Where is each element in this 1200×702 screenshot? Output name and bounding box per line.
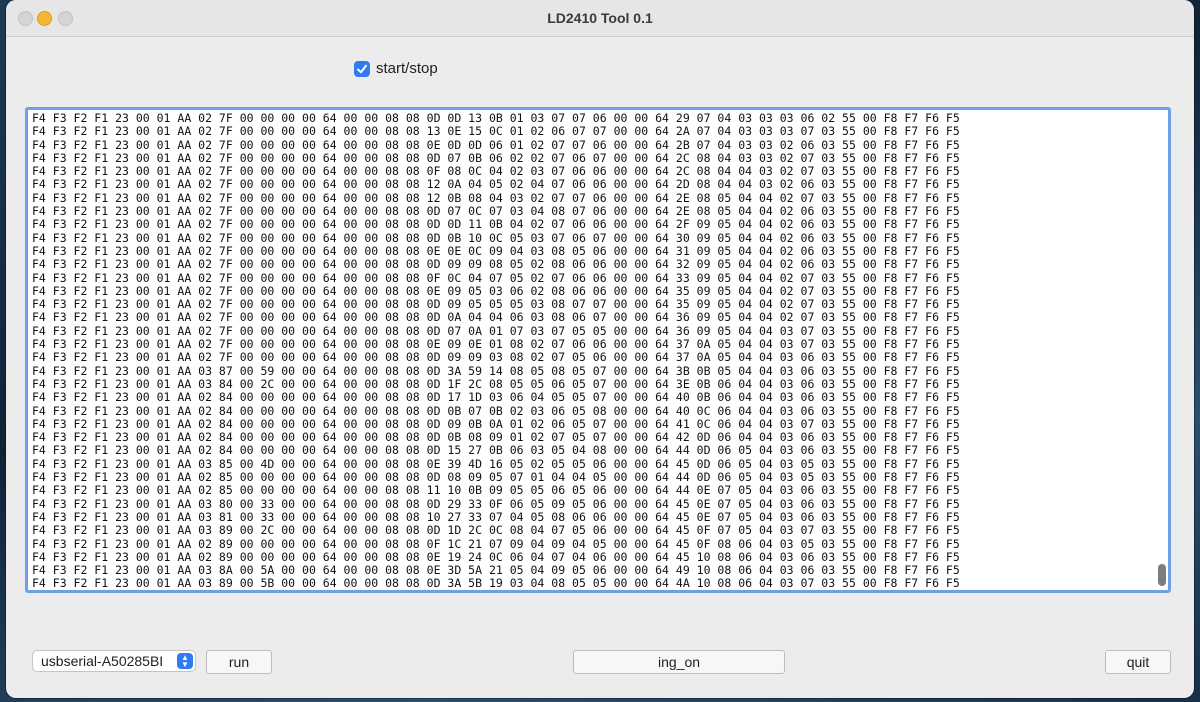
log-line: F4 F3 F2 F1 23 00 01 AA 02 7F 00 00 00 0… [32, 137, 960, 152]
log-line: F4 F3 F2 F1 23 00 01 AA 02 7F 00 00 00 0… [32, 283, 960, 298]
log-line: F4 F3 F2 F1 23 00 01 AA 02 7F 00 00 00 0… [32, 217, 960, 232]
log-line: F4 F3 F2 F1 23 00 01 AA 02 85 00 00 00 0… [32, 483, 960, 498]
serial-port-value: usbserial-A50285BI [41, 653, 164, 669]
log-line: F4 F3 F2 F1 23 00 01 AA 02 7F 00 00 00 0… [32, 337, 960, 352]
log-line: F4 F3 F2 F1 23 00 01 AA 02 7F 00 00 00 0… [32, 310, 960, 325]
run-button[interactable]: run [206, 650, 272, 674]
log-line: F4 F3 F2 F1 23 00 01 AA 03 89 00 2C 00 0… [32, 523, 960, 538]
log-line: F4 F3 F2 F1 23 00 01 AA 02 89 00 00 00 0… [32, 536, 960, 551]
log-line: F4 F3 F2 F1 23 00 01 AA 02 84 00 00 00 0… [32, 443, 960, 458]
log-line: F4 F3 F2 F1 23 00 01 AA 02 7F 00 00 00 0… [32, 257, 960, 272]
log-line: F4 F3 F2 F1 23 00 01 AA 03 81 00 33 00 0… [32, 509, 960, 524]
log-line: F4 F3 F2 F1 23 00 01 AA 02 7F 00 00 00 0… [32, 243, 960, 258]
log-line: F4 F3 F2 F1 23 00 01 AA 02 7F 00 00 00 0… [32, 177, 960, 192]
log-line: F4 F3 F2 F1 23 00 01 AA 02 7F 00 00 00 0… [32, 323, 960, 338]
log-line: F4 F3 F2 F1 23 00 01 AA 02 7F 00 00 00 0… [32, 204, 960, 219]
log-line: F4 F3 F2 F1 23 00 01 AA 02 84 00 00 00 0… [32, 416, 960, 431]
log-line: F4 F3 F2 F1 23 00 01 AA 02 84 00 00 00 0… [32, 430, 960, 445]
checkmark-icon [357, 64, 367, 73]
log-line: F4 F3 F2 F1 23 00 01 AA 02 7F 00 00 00 0… [32, 112, 960, 125]
log-line: F4 F3 F2 F1 23 00 01 AA 03 87 00 59 00 0… [32, 363, 960, 378]
start-stop-label: start/stop [376, 60, 438, 77]
log-line: F4 F3 F2 F1 23 00 01 AA 03 85 00 4D 00 0… [32, 456, 960, 471]
window-title: LD2410 Tool 0.1 [547, 10, 653, 26]
log-line: F4 F3 F2 F1 23 00 01 AA 03 89 00 5B 00 0… [32, 576, 960, 590]
title-bar: LD2410 Tool 0.1 [6, 0, 1194, 37]
ing-on-button[interactable]: ing_on [573, 650, 785, 674]
log-line: F4 F3 F2 F1 23 00 01 AA 02 7F 00 00 00 0… [32, 124, 960, 139]
log-line: F4 F3 F2 F1 23 00 01 AA 02 7F 00 00 00 0… [32, 270, 960, 285]
log-line: F4 F3 F2 F1 23 00 01 AA 02 84 00 00 00 0… [32, 403, 960, 418]
serial-port-select[interactable]: usbserial-A50285BI ▲ ▼ [32, 650, 196, 672]
log-line: F4 F3 F2 F1 23 00 01 AA 02 7F 00 00 00 0… [32, 230, 960, 245]
log-line: F4 F3 F2 F1 23 00 01 AA 02 7F 00 00 00 0… [32, 297, 960, 312]
quit-button[interactable]: quit [1105, 650, 1171, 674]
log-line: F4 F3 F2 F1 23 00 01 AA 02 7F 00 00 00 0… [32, 350, 960, 365]
log-line: F4 F3 F2 F1 23 00 01 AA 03 80 00 33 00 0… [32, 496, 960, 511]
log-line: F4 F3 F2 F1 23 00 01 AA 02 85 00 00 00 0… [32, 470, 960, 485]
start-stop-control[interactable]: start/stop [354, 60, 438, 77]
log-line: F4 F3 F2 F1 23 00 01 AA 02 89 00 00 00 0… [32, 549, 960, 564]
app-window: LD2410 Tool 0.1 start/stop F4 F3 F2 F1 2… [6, 0, 1194, 698]
log-output: F4 F3 F2 F1 23 00 01 AA 02 7F 00 00 00 0… [32, 112, 1152, 590]
start-stop-checkbox[interactable] [354, 60, 370, 77]
log-textarea[interactable]: F4 F3 F2 F1 23 00 01 AA 02 7F 00 00 00 0… [25, 107, 1171, 593]
log-scrollbar[interactable] [1156, 112, 1166, 588]
log-line: F4 F3 F2 F1 23 00 01 AA 02 7F 00 00 00 0… [32, 164, 960, 179]
log-line: F4 F3 F2 F1 23 00 01 AA 03 8A 00 5A 00 0… [32, 563, 960, 578]
log-line: F4 F3 F2 F1 23 00 01 AA 03 84 00 2C 00 0… [32, 376, 960, 391]
chevron-updown-icon: ▲ ▼ [177, 653, 193, 669]
log-line: F4 F3 F2 F1 23 00 01 AA 02 7F 00 00 00 0… [32, 190, 960, 205]
scroll-thumb[interactable] [1158, 564, 1166, 586]
log-line: F4 F3 F2 F1 23 00 01 AA 02 7F 00 00 00 0… [32, 150, 960, 165]
log-line: F4 F3 F2 F1 23 00 01 AA 02 84 00 00 00 0… [32, 390, 960, 405]
